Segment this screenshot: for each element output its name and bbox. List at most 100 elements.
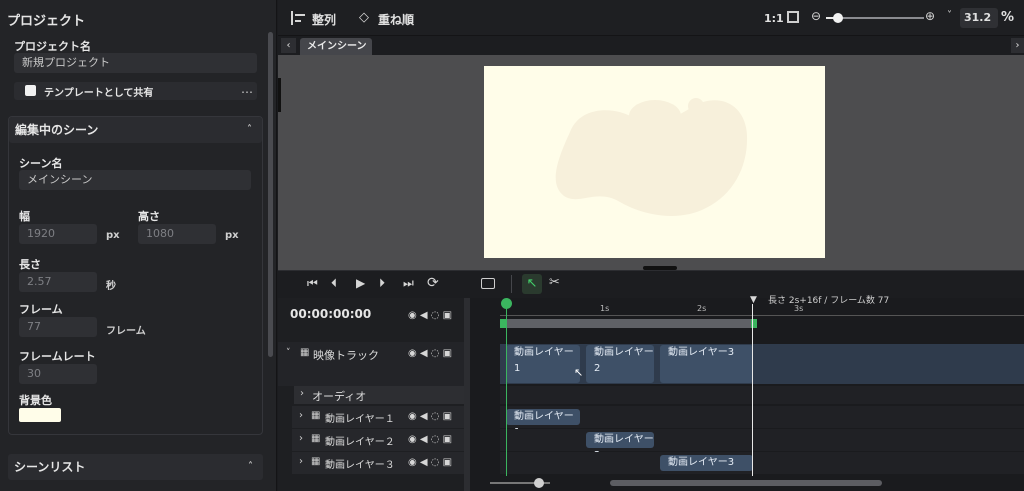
edit-scene-title: 編集中のシーン: [15, 123, 99, 137]
ruler-tick-2s: 2s: [697, 304, 707, 313]
video-track-label: 映像トラック: [313, 349, 379, 362]
height-unit: px: [225, 230, 239, 241]
film-icon: ▦: [311, 433, 321, 444]
timecode-display: 00:00:00:00: [290, 307, 372, 321]
layer-lane-3: [500, 452, 1024, 474]
skip-to-start-icon[interactable]: ⏮: [307, 276, 318, 291]
select-tool-icon[interactable]: ↖: [522, 274, 542, 294]
framerate-label: フレームレート: [19, 350, 96, 363]
play-icon[interactable]: ▶: [356, 276, 365, 290]
audio-row[interactable]: › オーディオ: [294, 386, 464, 404]
framerate-input[interactable]: 30: [19, 364, 97, 384]
timeline-zoom-thumb[interactable]: [534, 478, 544, 488]
scene-canvas[interactable]: [484, 66, 825, 258]
more-options-icon[interactable]: …: [241, 82, 253, 96]
template-share-label: テンプレートとして共有: [44, 88, 154, 99]
project-panel: プロジェクト プロジェクト名 新規プロジェクト テンプレートとして共有 … 編集…: [0, 0, 277, 491]
track-list: 00:00:00:00 ◉ ◀ ◌ ▣ ˅ ▦ 映像トラック ◉ ◀ ◌ ▣ ›…: [278, 298, 470, 491]
video-track-row[interactable]: ˅ ▦ 映像トラック ◉ ◀ ◌ ▣: [278, 342, 464, 386]
zoom-out-icon[interactable]: ⊖: [811, 9, 821, 23]
graph-view-icon[interactable]: [481, 278, 495, 289]
ruler-tick-1s: 1s: [600, 304, 610, 313]
scene-tab-bar: ‹ メインシーン ›: [278, 36, 1024, 55]
clip-layer-2[interactable]: 動画レイヤー2: [586, 345, 654, 383]
template-share-row: テンプレートとして共有 …: [14, 82, 257, 100]
collapse-chevron-icon[interactable]: ˄: [247, 117, 252, 143]
prev-frame-icon[interactable]: ⏴: [331, 276, 337, 291]
chevron-down-icon[interactable]: ˅: [947, 10, 952, 21]
length-input[interactable]: 2.57: [19, 272, 97, 292]
zoom-value-field[interactable]: 31.2: [960, 8, 998, 28]
ruler-tick-3s: 3s: [794, 304, 804, 313]
length-info: 長さ 2s+16f / フレーム数 77: [768, 296, 890, 306]
align-button[interactable]: 整列: [312, 11, 336, 28]
clip-layer-1[interactable]: 動画レイヤー1: [506, 345, 580, 383]
skip-to-end-icon[interactable]: ⏭: [403, 276, 414, 291]
zoom-unit: %: [1001, 10, 1015, 25]
layer-lane-2: [500, 429, 1024, 451]
track-visibility-icons[interactable]: ◉ ◀ ◌ ▣: [408, 457, 452, 468]
project-panel-title: プロジェクト: [7, 14, 86, 29]
chevron-right-icon[interactable]: ›: [299, 410, 303, 421]
scene-range-bar[interactable]: [500, 319, 757, 328]
chevron-right-icon[interactable]: ›: [300, 388, 304, 399]
lane-clip-1[interactable]: 動画レイヤー1: [506, 409, 580, 438]
ratio-1-1-button[interactable]: 1:1: [764, 12, 784, 25]
zoom-slider-track[interactable]: [826, 13, 924, 23]
ruler-line: [500, 315, 1024, 316]
cut-tool-icon[interactable]: ✂: [549, 275, 560, 290]
clip-layer-3[interactable]: 動画レイヤー3: [660, 345, 753, 383]
playback-controls: ⏮ ⏴ ▶ ⏵ ⏭ ⟳: [278, 270, 470, 298]
timeline-hscrollbar[interactable]: [610, 480, 882, 486]
layer-row-1[interactable]: › ▦ 動画レイヤー１ ◉ ◀ ◌ ▣: [292, 406, 464, 428]
timeline-zoom-slider[interactable]: [490, 478, 550, 488]
frames-label: フレーム: [19, 303, 63, 316]
lane-clip-2[interactable]: 動画レイヤー2: [586, 432, 654, 461]
template-share-checkbox[interactable]: [25, 85, 36, 96]
zoom-slider-thumb[interactable]: [832, 13, 843, 23]
film-icon: ▦: [300, 347, 310, 358]
track-visibility-icons[interactable]: ◉ ◀ ◌ ▣: [408, 434, 452, 445]
layer-label: 動画レイヤー２: [325, 437, 395, 448]
bgcolor-label: 背景色: [19, 394, 52, 407]
chevron-right-icon[interactable]: ›: [299, 456, 303, 467]
scene-name-input[interactable]: メインシーン: [19, 170, 251, 190]
tab-main-scene[interactable]: メインシーン: [300, 38, 372, 55]
chevron-down-icon[interactable]: ˅: [286, 348, 291, 358]
layer-label: 動画レイヤー１: [325, 414, 395, 425]
film-icon: ▦: [311, 410, 321, 421]
playhead-line: [506, 308, 507, 476]
track-visibility-icons[interactable]: ◉ ◀ ◌ ▣: [408, 310, 452, 321]
layer-row-2[interactable]: › ▦ 動画レイヤー２ ◉ ◀ ◌ ▣: [292, 429, 464, 451]
panel-resize-handle[interactable]: [278, 78, 281, 112]
width-label: 幅: [19, 210, 30, 223]
bgcolor-swatch[interactable]: [19, 408, 61, 422]
zoom-in-icon[interactable]: ⊕: [925, 9, 935, 23]
fit-screen-icon[interactable]: [787, 11, 799, 23]
loop-icon[interactable]: ⟳: [427, 275, 439, 291]
track-visibility-icons[interactable]: ◉ ◀ ◌ ▣: [408, 411, 452, 422]
align-icon: [291, 11, 309, 25]
next-frame-icon[interactable]: ⏵: [379, 276, 385, 291]
scene-name-label: シーン名: [19, 157, 63, 170]
frames-input[interactable]: 77: [19, 317, 97, 337]
chevron-right-icon[interactable]: ›: [299, 433, 303, 444]
width-input[interactable]: 1920: [19, 224, 97, 244]
layer-label: 動画レイヤー３: [325, 460, 395, 471]
left-panel-scrollbar[interactable]: [268, 32, 273, 357]
edit-scene-header[interactable]: 編集中のシーン ˄: [9, 117, 262, 143]
canvas-blob-shape: [555, 98, 748, 216]
lane-clip-3[interactable]: 動画レイヤー3: [660, 455, 753, 471]
scene-list-header[interactable]: シーンリスト ˄: [8, 454, 263, 480]
track-visibility-icons[interactable]: ◉ ◀ ◌ ▣: [408, 348, 452, 359]
tab-scroll-right-icon[interactable]: ›: [1011, 38, 1024, 53]
tools-divider: [511, 275, 512, 293]
layer-row-3[interactable]: › ▦ 動画レイヤー３ ◉ ◀ ◌ ▣: [292, 452, 464, 474]
collapse-chevron-icon[interactable]: ˄: [248, 454, 253, 480]
tab-scroll-left-icon[interactable]: ‹: [281, 38, 296, 53]
project-name-input[interactable]: 新規プロジェクト: [14, 53, 257, 73]
height-input[interactable]: 1080: [138, 224, 216, 244]
layer-order-button[interactable]: 重ね順: [378, 11, 414, 28]
scene-list-title: シーンリスト: [14, 460, 86, 474]
frames-unit: フレーム: [106, 326, 146, 337]
